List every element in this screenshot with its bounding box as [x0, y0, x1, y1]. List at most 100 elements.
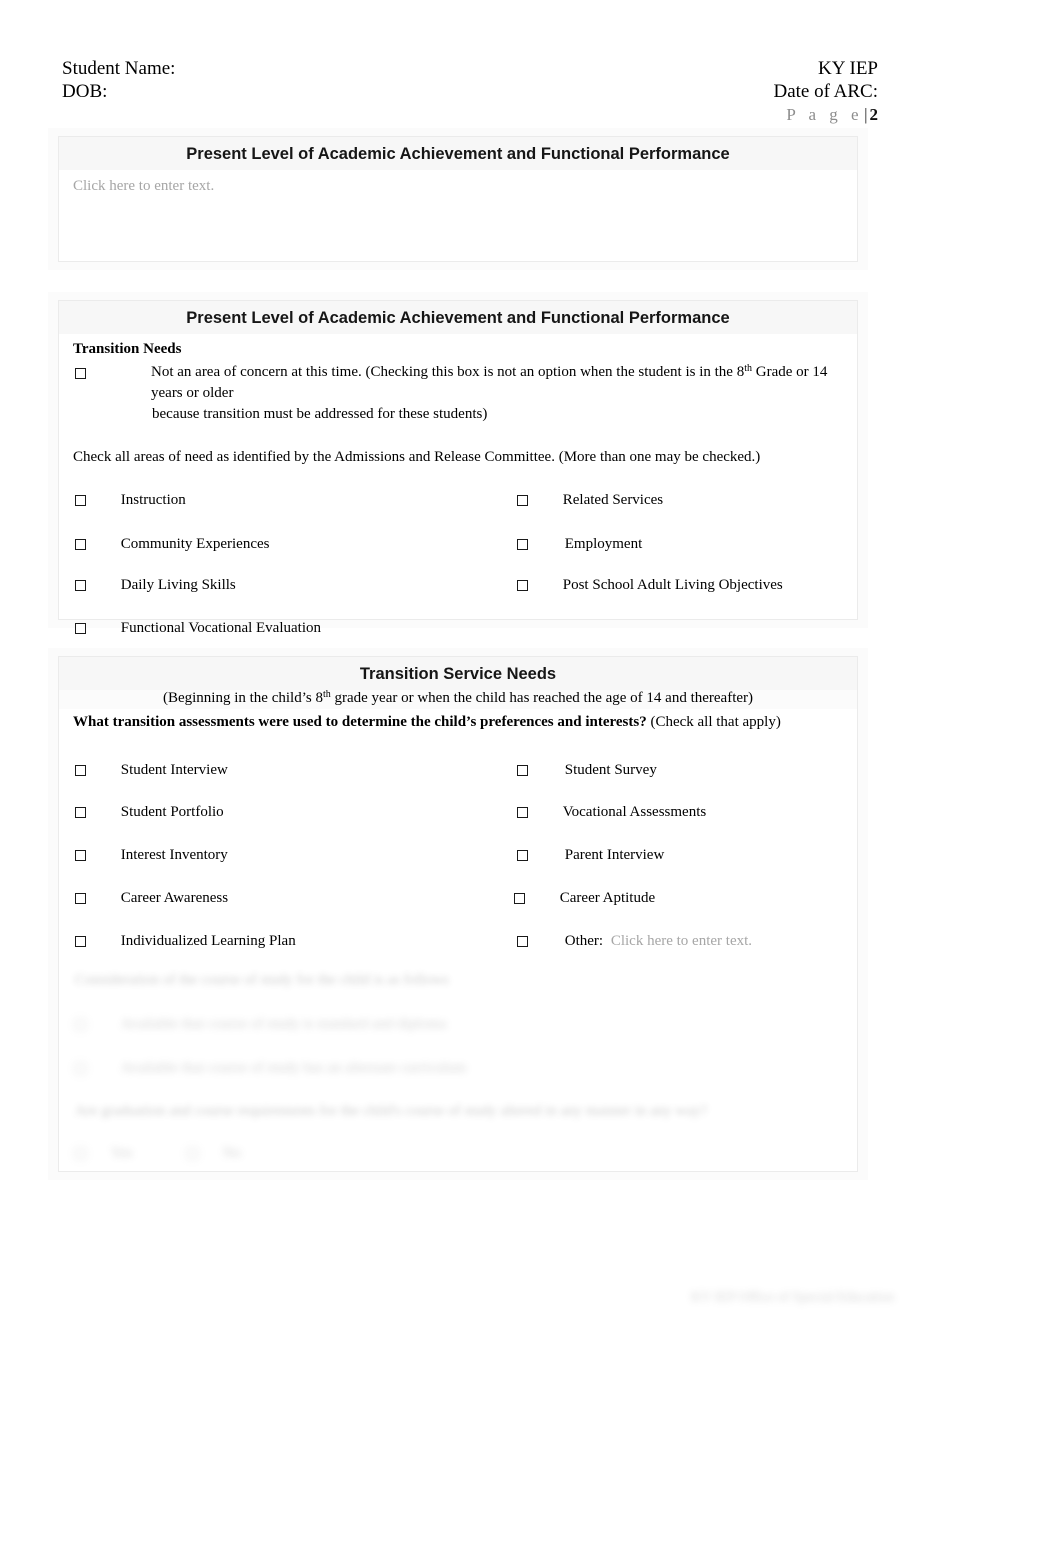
- section-1-frame: Present Level of Academic Achievement an…: [58, 136, 858, 262]
- not-an-area-of-concern-label: Not an area of concern at this time. (Ch…: [151, 363, 828, 402]
- checkbox-career-aptitude[interactable]: [514, 893, 525, 905]
- section-1-title: Present Level of Academic Achievement an…: [59, 137, 857, 170]
- checkbox-student-interview[interactable]: [75, 765, 86, 777]
- checkbox-functional-vocational-evaluation[interactable]: [75, 623, 86, 635]
- header-row-1: Student Name: KY IEP: [62, 58, 878, 81]
- label-vocational-assessments: Vocational Assessments: [562, 804, 707, 821]
- label-redacted-option-2: Available that course of study has an al…: [120, 1060, 467, 1077]
- page-separator: |: [864, 105, 868, 124]
- checkbox-individualized-learning-plan[interactable]: [75, 936, 86, 948]
- label-post-school-adult-living-objectives: Post School Adult Living Objectives: [562, 577, 783, 594]
- checkbox-row-instruction[interactable]: Instruction: [75, 490, 186, 511]
- label-redacted-no: No: [222, 1145, 242, 1162]
- transition-assessment-question-rest: (Check all that apply): [646, 714, 781, 730]
- label-interest-inventory: Interest Inventory: [120, 847, 228, 864]
- check-all-areas-instruction: Check all areas of need as identified by…: [73, 449, 761, 465]
- label-instruction: Instruction: [120, 492, 186, 509]
- checkbox-row-community-experiences[interactable]: Community Experiences: [75, 534, 269, 555]
- checkbox-row-employment[interactable]: Employment: [517, 534, 642, 555]
- redacted-course-of-study-heading: Consideration of the course of study for…: [75, 972, 449, 988]
- page-number-value: 2: [869, 105, 879, 124]
- checkbox-parent-interview[interactable]: [517, 850, 528, 862]
- checkbox-student-survey[interactable]: [517, 765, 528, 777]
- checkbox-redacted-option-1[interactable]: [75, 1019, 86, 1031]
- redacted-yes-row[interactable]: Yes: [75, 1143, 133, 1164]
- other-text-input[interactable]: Click here to enter text.: [611, 931, 752, 952]
- label-other: Other:: [564, 933, 604, 950]
- checkbox-redacted-no[interactable]: [187, 1148, 198, 1160]
- checkbox-row-individualized-learning-plan[interactable]: Individualized Learning Plan: [75, 931, 296, 952]
- checkbox-row-student-survey[interactable]: Student Survey: [517, 760, 657, 781]
- checkbox-row-post-school-adult-living-objectives[interactable]: Post School Adult Living Objectives: [517, 575, 783, 596]
- date-of-arc-label: Date of ARC:: [773, 80, 879, 102]
- section-present-level-2: Present Level of Academic Achievement an…: [48, 292, 868, 636]
- section-3-title: Transition Service Needs: [59, 657, 857, 690]
- checkbox-row-other[interactable]: Other: Click here to enter text.: [517, 931, 752, 952]
- header-row-2: DOB: Date of ARC:: [62, 81, 878, 104]
- label-redacted-yes: Yes: [110, 1145, 133, 1162]
- checkbox-career-awareness[interactable]: [75, 893, 86, 905]
- checkbox-community-experiences[interactable]: [75, 539, 86, 551]
- label-student-survey: Student Survey: [564, 762, 657, 779]
- dob-label: DOB:: [62, 80, 108, 102]
- redacted-course-of-study-option-1-row[interactable]: Available that course of study is standa…: [75, 1014, 446, 1035]
- checkbox-redacted-option-2[interactable]: [75, 1063, 86, 1075]
- checkbox-row-vocational-assessments[interactable]: Vocational Assessments: [517, 802, 706, 823]
- checkbox-interest-inventory[interactable]: [75, 850, 86, 862]
- checkbox-row-parent-interview[interactable]: Parent Interview: [517, 845, 664, 866]
- form-title: KY IEP: [818, 58, 878, 79]
- redacted-no-row[interactable]: No: [187, 1143, 241, 1164]
- section-2-frame: Present Level of Academic Achievement an…: [58, 300, 858, 636]
- section-3-frame: Transition Service Needs (Beginning in t…: [58, 656, 858, 1172]
- document-header: Student Name: KY IEP DOB: Date of ARC: P…: [62, 58, 878, 127]
- checkbox-vocational-assessments[interactable]: [517, 807, 528, 819]
- section-present-level-1: Present Level of Academic Achievement an…: [48, 128, 868, 270]
- checkbox-row-functional-vocational-evaluation[interactable]: Functional Vocational Evaluation: [75, 618, 321, 639]
- superscript-th: th: [322, 689, 331, 700]
- transition-needs-subheading: Transition Needs: [73, 341, 182, 357]
- checkbox-not-an-area-of-concern[interactable]: [75, 368, 86, 379]
- label-individualized-learning-plan: Individualized Learning Plan: [120, 933, 296, 950]
- document-page: Student Name: KY IEP DOB: Date of ARC: P…: [0, 0, 1062, 1556]
- label-daily-living-skills: Daily Living Skills: [120, 577, 236, 594]
- section-3-body: What transition assessments were used to…: [59, 709, 857, 1161]
- redacted-course-of-study-option-2-row[interactable]: Available that course of study has an al…: [75, 1058, 466, 1079]
- label-redacted-option-1: Available that course of study is standa…: [120, 1016, 447, 1033]
- checkbox-related-services[interactable]: [517, 495, 528, 507]
- label-functional-vocational-evaluation: Functional Vocational Evaluation: [120, 620, 321, 637]
- checkbox-row-interest-inventory[interactable]: Interest Inventory: [75, 845, 228, 866]
- checkbox-instruction[interactable]: [75, 495, 86, 507]
- not-an-area-of-concern-row[interactable]: Not an area of concern at this time. (Ch…: [59, 362, 857, 425]
- checkbox-student-portfolio[interactable]: [75, 807, 86, 819]
- checkbox-other[interactable]: [517, 936, 528, 948]
- checkbox-row-student-portfolio[interactable]: Student Portfolio: [75, 802, 224, 823]
- footer-note: KY IEP Office of Special Education: [691, 1290, 894, 1305]
- label-employment: Employment: [564, 536, 643, 553]
- page-number-indicator: P a g e| 2: [62, 104, 878, 127]
- transition-assessment-checkbox-grid: Student Interview Student Portfolio Inte…: [59, 754, 857, 950]
- checkbox-row-student-interview[interactable]: Student Interview: [75, 760, 228, 781]
- label-parent-interview: Parent Interview: [564, 847, 665, 864]
- checkbox-row-career-aptitude[interactable]: Career Aptitude: [514, 888, 655, 909]
- checkbox-row-career-awareness[interactable]: Career Awareness: [75, 888, 228, 909]
- label-career-aptitude: Career Aptitude: [559, 890, 656, 907]
- checkbox-redacted-yes[interactable]: [75, 1148, 86, 1160]
- section-2-body: Transition Needs Not an area of concern …: [59, 334, 857, 636]
- section-2-title: Present Level of Academic Achievement an…: [59, 301, 857, 334]
- checkbox-employment[interactable]: [517, 539, 528, 551]
- checkbox-post-school-adult-living-objectives[interactable]: [517, 580, 528, 592]
- section-3-subtitle: (Beginning in the child’s 8th grade year…: [59, 690, 857, 709]
- transition-assessment-question: What transition assessments were used to…: [59, 709, 857, 733]
- checkbox-row-related-services[interactable]: Related Services: [517, 490, 663, 511]
- label-career-awareness: Career Awareness: [120, 890, 229, 907]
- checkbox-daily-living-skills[interactable]: [75, 580, 86, 592]
- superscript-th: th: [744, 363, 752, 374]
- section-transition-service-needs: Transition Service Needs (Beginning in t…: [48, 648, 868, 1180]
- label-student-portfolio: Student Portfolio: [120, 804, 224, 821]
- section-1-body: Click here to enter text.: [59, 170, 857, 256]
- student-name-label: Student Name:: [62, 58, 176, 79]
- transition-needs-checkbox-grid: Instruction Community Experiences Daily …: [59, 484, 857, 652]
- present-level-text-input[interactable]: Click here to enter text.: [73, 178, 214, 194]
- checkbox-row-daily-living-skills[interactable]: Daily Living Skills: [75, 575, 236, 596]
- label-community-experiences: Community Experiences: [120, 536, 270, 553]
